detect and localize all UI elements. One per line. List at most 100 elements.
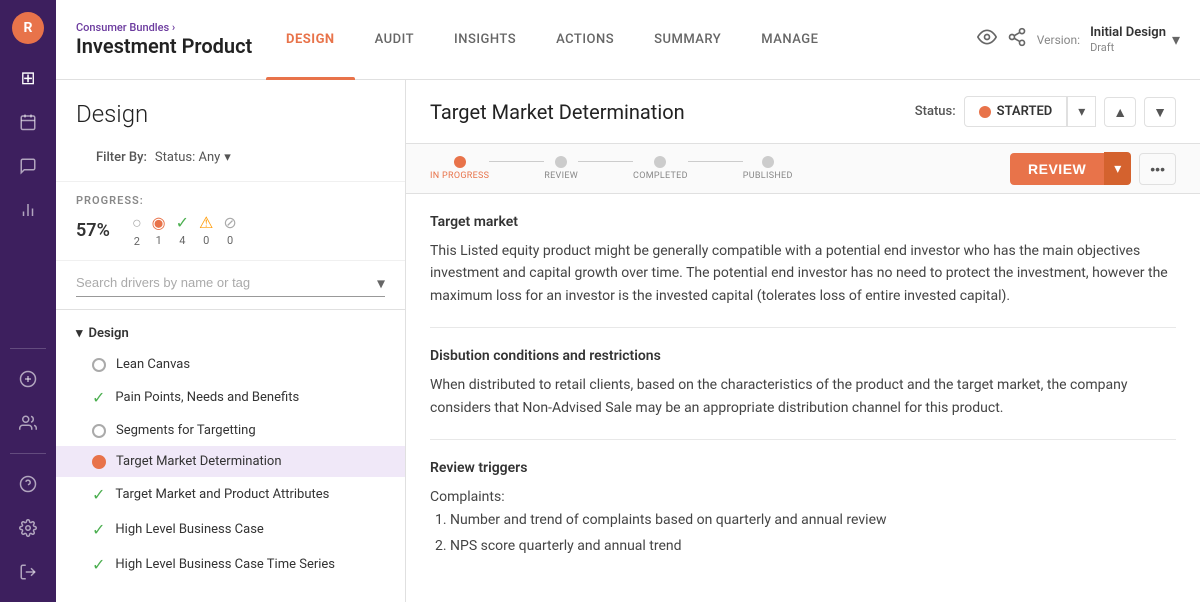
filter-select[interactable]: Status: Any ▾	[155, 150, 231, 165]
divider	[10, 348, 46, 349]
collapse-up-btn[interactable]: ▲	[1104, 97, 1136, 127]
search-row: ▾	[56, 261, 405, 310]
review-button[interactable]: REVIEW	[1010, 153, 1104, 185]
review-triggers-intro: Complaints:	[430, 486, 1176, 508]
step-dot-grey	[555, 156, 567, 168]
tab-summary[interactable]: SUMMARY	[634, 0, 741, 80]
target-market-title: Target market	[430, 214, 1176, 230]
tab-manage[interactable]: MANAGE	[741, 0, 838, 80]
page-header: Consumer Bundles › Investment Product DE…	[56, 0, 1200, 80]
review-dropdown-btn[interactable]: ▾	[1104, 152, 1131, 185]
step-in-progress: IN PROGRESS	[430, 156, 489, 181]
version-dropdown-icon[interactable]: ▾	[1172, 30, 1180, 49]
driver-list: ▾ Design Lean Canvas ✓ Pain Points, Need…	[56, 310, 405, 602]
nav-tabs: DESIGN AUDIT INSIGHTS ACTIONS SUMMARY MA…	[266, 0, 977, 80]
step-review: REVIEW	[544, 156, 578, 181]
tab-insights[interactable]: INSIGHTS	[434, 0, 536, 80]
help-icon[interactable]	[10, 466, 46, 502]
tab-audit[interactable]: AUDIT	[355, 0, 434, 80]
review-btn-group: REVIEW ▾ •••	[1010, 152, 1176, 185]
version-name: Initial Design	[1090, 25, 1166, 41]
in-progress-count: 1	[156, 234, 162, 247]
driver-target-market[interactable]: Target Market Determination	[56, 446, 405, 477]
tab-actions[interactable]: ACTIONS	[536, 0, 634, 80]
progress-label: PROGRESS:	[76, 194, 385, 207]
right-header: Target Market Determination Status: STAR…	[406, 80, 1200, 144]
eye-icon[interactable]	[977, 27, 997, 52]
driver-pain-points[interactable]: ✓ Pain Points, Needs and Benefits	[56, 380, 405, 415]
progress-row: 57% ○ 2 ◉ 1 ✓ 4	[76, 213, 385, 248]
chat-icon[interactable]	[10, 148, 46, 184]
design-heading: Design	[76, 100, 385, 128]
header-right: Version: Initial Design Draft ▾	[977, 25, 1180, 54]
team-icon[interactable]	[10, 405, 46, 441]
page-title: Investment Product	[76, 34, 256, 58]
avatar[interactable]: R	[12, 12, 44, 44]
progress-steps-bar: IN PROGRESS REVIEW COMPLETED	[406, 144, 1200, 194]
more-actions-btn[interactable]: •••	[1139, 153, 1176, 185]
right-title-row: Target Market Determination	[430, 100, 685, 124]
driver-label: Target Market Determination	[116, 454, 282, 469]
warning-count: 0	[203, 234, 209, 247]
section-arrow-icon: ▾	[76, 326, 83, 341]
status-control: STARTED ▾	[964, 96, 1097, 127]
prog-item-blocked: ⊘ 0	[223, 213, 236, 248]
status-label-text: Status:	[915, 104, 956, 119]
status-dropdown-btn[interactable]: ▾	[1067, 96, 1096, 127]
design-section-header[interactable]: ▾ Design	[56, 318, 405, 349]
main-content: Consumer Bundles › Investment Product DE…	[56, 0, 1200, 602]
blocked-icon: ⊘	[223, 213, 236, 232]
disbution-section: Disbution conditions and restrictions Wh…	[430, 348, 1176, 440]
calendar-icon[interactable]	[10, 104, 46, 140]
filter-chevron-icon: ▾	[224, 150, 231, 165]
content-area: Design Filter By: Status: Any ▾ PROGRESS…	[56, 80, 1200, 602]
version-box: Initial Design Draft ▾	[1090, 25, 1180, 54]
logout-icon[interactable]	[10, 554, 46, 590]
driver-label: High Level Business Case Time Series	[115, 557, 335, 572]
progress-section: PROGRESS: 57% ○ 2 ◉ 1 ✓	[56, 182, 405, 261]
steps-row: IN PROGRESS REVIEW COMPLETED	[430, 156, 793, 181]
status-dot-icon	[979, 106, 991, 118]
driver-business-case[interactable]: ✓ High Level Business Case	[56, 512, 405, 547]
tab-design[interactable]: DESIGN	[266, 0, 355, 80]
right-header-controls: Status: STARTED ▾ ▲ ▼	[915, 96, 1176, 127]
step-connector	[489, 161, 544, 162]
driver-target-attributes[interactable]: ✓ Target Market and Product Attributes	[56, 477, 405, 512]
in-progress-icon: ◉	[152, 213, 166, 232]
step-connector2	[578, 161, 633, 162]
driver-label: Segments for Targetting	[116, 423, 256, 438]
driver-title: Target Market Determination	[430, 100, 685, 124]
settings-icon[interactable]	[10, 510, 46, 546]
collapse-down-btn[interactable]: ▼	[1144, 97, 1176, 127]
target-market-text: This Listed equity product might be gene…	[430, 240, 1176, 307]
driver-label: Lean Canvas	[116, 357, 190, 372]
prog-item-in-progress: ◉ 1	[152, 213, 166, 248]
filter-row: Filter By: Status: Any ▾	[76, 140, 385, 171]
status-circle-icon	[92, 424, 106, 438]
driver-business-case-time[interactable]: ✓ High Level Business Case Time Series	[56, 547, 405, 582]
status-circle-icon	[92, 358, 106, 372]
share-icon[interactable]	[1007, 27, 1027, 52]
disbution-title: Disbution conditions and restrictions	[430, 348, 1176, 364]
right-content: Target market This Listed equity product…	[406, 194, 1200, 602]
right-panel: Target Market Determination Status: STAR…	[406, 80, 1200, 602]
design-header: Design Filter By: Status: Any ▾	[56, 80, 405, 182]
search-wrap: ▾	[76, 269, 385, 297]
search-input[interactable]	[76, 269, 385, 297]
step-review-label: REVIEW	[544, 171, 578, 181]
filter-label: Filter By:	[96, 150, 147, 165]
chart-icon[interactable]	[10, 192, 46, 228]
driver-segments[interactable]: Segments for Targetting	[56, 415, 405, 446]
check-count: 4	[179, 234, 185, 247]
driver-lean-canvas[interactable]: Lean Canvas	[56, 349, 405, 380]
progress-percent: 57%	[76, 220, 116, 241]
prog-item-check: ✓ 4	[176, 213, 189, 248]
review-triggers-section: Review triggers Complaints: Number and t…	[430, 460, 1176, 579]
home-icon[interactable]: ⊞	[10, 60, 46, 96]
add-icon[interactable]	[10, 361, 46, 397]
step-completed: COMPLETED	[633, 156, 688, 181]
version-sub: Draft	[1090, 41, 1166, 54]
prog-item-warning: ⚠ 0	[199, 213, 213, 248]
circle-icon: ○	[132, 213, 142, 233]
progress-icons: ○ 2 ◉ 1 ✓ 4 ⚠ 0	[132, 213, 237, 248]
